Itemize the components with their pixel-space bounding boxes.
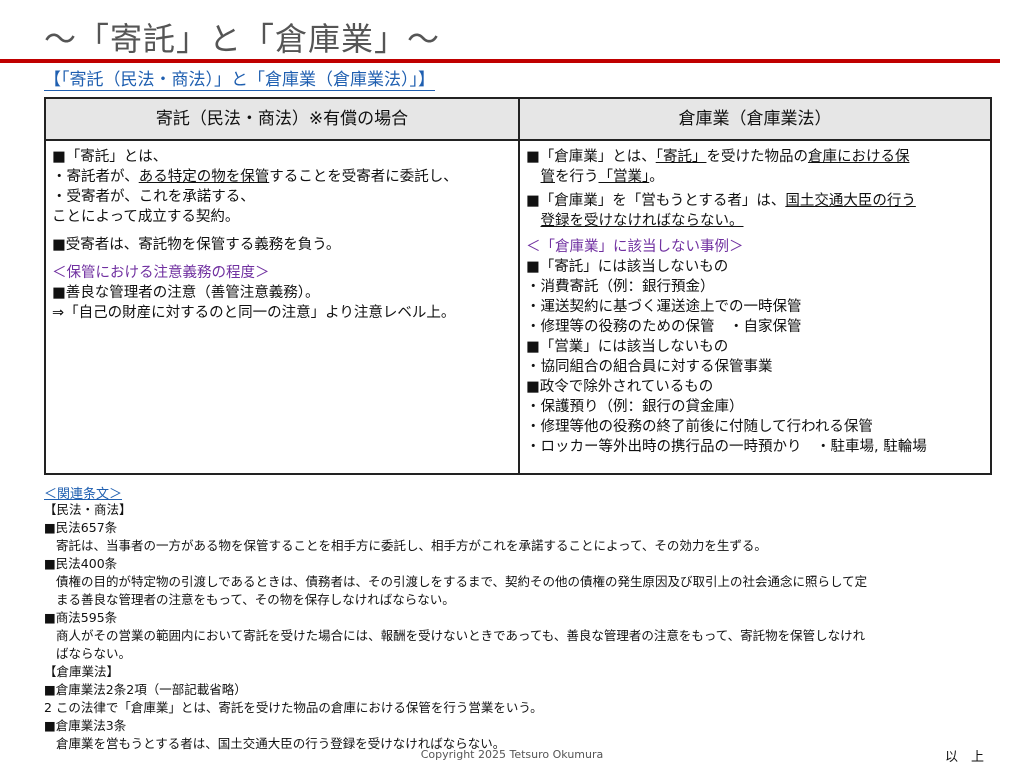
warehouse-line: ・運送契約に基づく運送途上での一時保管: [526, 299, 802, 315]
article-title: ■民法400条: [44, 556, 118, 571]
copyright-footer: Copyright 2025 Tetsuro Okumura: [420, 748, 604, 761]
warehouse-line: ・修理等他の役務の終了前後に付随して行われる保管: [526, 419, 873, 435]
warehouse-line: ■「倉庫業」とは、「寄託」を受けた物品の倉庫における保: [526, 149, 910, 165]
article-text: 寄託は、当事者の一方がある物を保管することを相手方に委託し、相手方がこれを承諾す…: [56, 538, 767, 553]
deposit-line: ・受寄者が、これを承諾する、: [52, 189, 255, 205]
warehouse-subheading: ＜「倉庫業」に該当しない事例＞: [526, 239, 744, 255]
warehouse-line: 登録を受けなければならない。: [540, 213, 744, 229]
comparison-table: 寄託（民法・商法）※有償の場合 ■「寄託」とは、 ・寄託者が、ある特定の物を保管…: [44, 97, 992, 475]
article-title: ■倉庫業法3条: [44, 718, 127, 733]
end-mark: 以 上: [945, 750, 985, 765]
notes-heading: 【倉庫業法】: [44, 664, 120, 679]
deposit-header: 寄託（民法・商法）※有償の場合: [46, 99, 518, 141]
warehouse-line: 管を行う「営業」。: [540, 169, 664, 185]
warehouse-line: ・ロッカー等外出時の携行品の一時預かり ・駐車場, 駐輪場: [526, 439, 927, 455]
article-text: ばならない。: [56, 646, 132, 661]
deposit-subheading: ＜保管における注意義務の程度＞: [52, 265, 270, 281]
warehouse-line: ■「営業」には該当しないもの: [526, 339, 729, 355]
deposit-line: ■善良な管理者の注意（善管注意義務）。: [52, 285, 320, 301]
warehouse-line: ・消費寄託（例：銀行預金）: [526, 279, 715, 295]
related-articles-link[interactable]: ＜関連条文＞: [44, 483, 122, 502]
warehouse-line: ・修理等の役務のための保管 ・自家保管: [526, 319, 802, 335]
warehouse-line: ・協同組合の組合員に対する保管事業: [526, 359, 773, 375]
deposit-line: ・寄託者が、ある特定の物を保管することを受寄者に委託し、: [52, 169, 458, 185]
warehouse-content: ■「倉庫業」とは、「寄託」を受けた物品の倉庫における保 管を行う「営業」。 ■「…: [520, 141, 990, 457]
warehouse-line: ・保護預り（例：銀行の貸金庫）: [526, 399, 744, 415]
warehouse-header: 倉庫業（倉庫業法）: [520, 99, 990, 141]
warehouse-line: ■「寄託」には該当しないもの: [526, 259, 729, 275]
deposit-line: ⇒「自己の財産に対するのと同一の注意」より注意レベル上。: [52, 305, 456, 321]
article-title: ■民法657条: [44, 520, 118, 535]
warehouse-column: 倉庫業（倉庫業法） ■「倉庫業」とは、「寄託」を受けた物品の倉庫における保 管を…: [520, 99, 990, 473]
article-text: 商人がその営業の範囲内において寄託を受けた場合には、報酬を受けないときであっても…: [56, 628, 866, 643]
warehouse-line: ■政令で除外されているもの: [526, 379, 714, 395]
section-subtitle: 【「寄託（民法・商法）」と「倉庫業（倉庫業法）」】: [44, 70, 435, 91]
deposit-line: ことによって成立する契約。: [52, 209, 240, 225]
related-articles: 【民法・商法】 ■民法657条 寄託は、当事者の一方がある物を保管することを相手…: [44, 501, 994, 753]
article-text: 債権の目的が特定物の引渡しであるときは、債務者は、その引渡しをするまで、契約その…: [56, 574, 868, 589]
deposit-line: ■受寄者は、寄託物を保管する義務を負う。: [52, 237, 341, 253]
notes-heading: 【民法・商法】: [44, 502, 132, 517]
article-title: ■商法595条: [44, 610, 118, 625]
deposit-content: ■「寄託」とは、 ・寄託者が、ある特定の物を保管することを受寄者に委託し、 ・受…: [46, 141, 518, 323]
article-text: 2 この法律で「倉庫業」とは、寄託を受けた物品の倉庫における保管を行う営業をいう…: [44, 700, 543, 715]
warehouse-line: ■「倉庫業」を「営もうとする者」は、国土交通大臣の行う: [526, 193, 916, 209]
title-divider: [0, 59, 1000, 63]
deposit-line: ■「寄託」とは、: [52, 149, 168, 165]
article-title: ■倉庫業法2条2項（一部記載省略）: [44, 682, 247, 697]
page-title: ～「寄託」と「倉庫業」～: [44, 20, 441, 58]
article-text: まる善良な管理者の注意をもって、その物を保存しなければならない。: [56, 592, 455, 607]
deposit-column: 寄託（民法・商法）※有償の場合 ■「寄託」とは、 ・寄託者が、ある特定の物を保管…: [46, 99, 520, 473]
